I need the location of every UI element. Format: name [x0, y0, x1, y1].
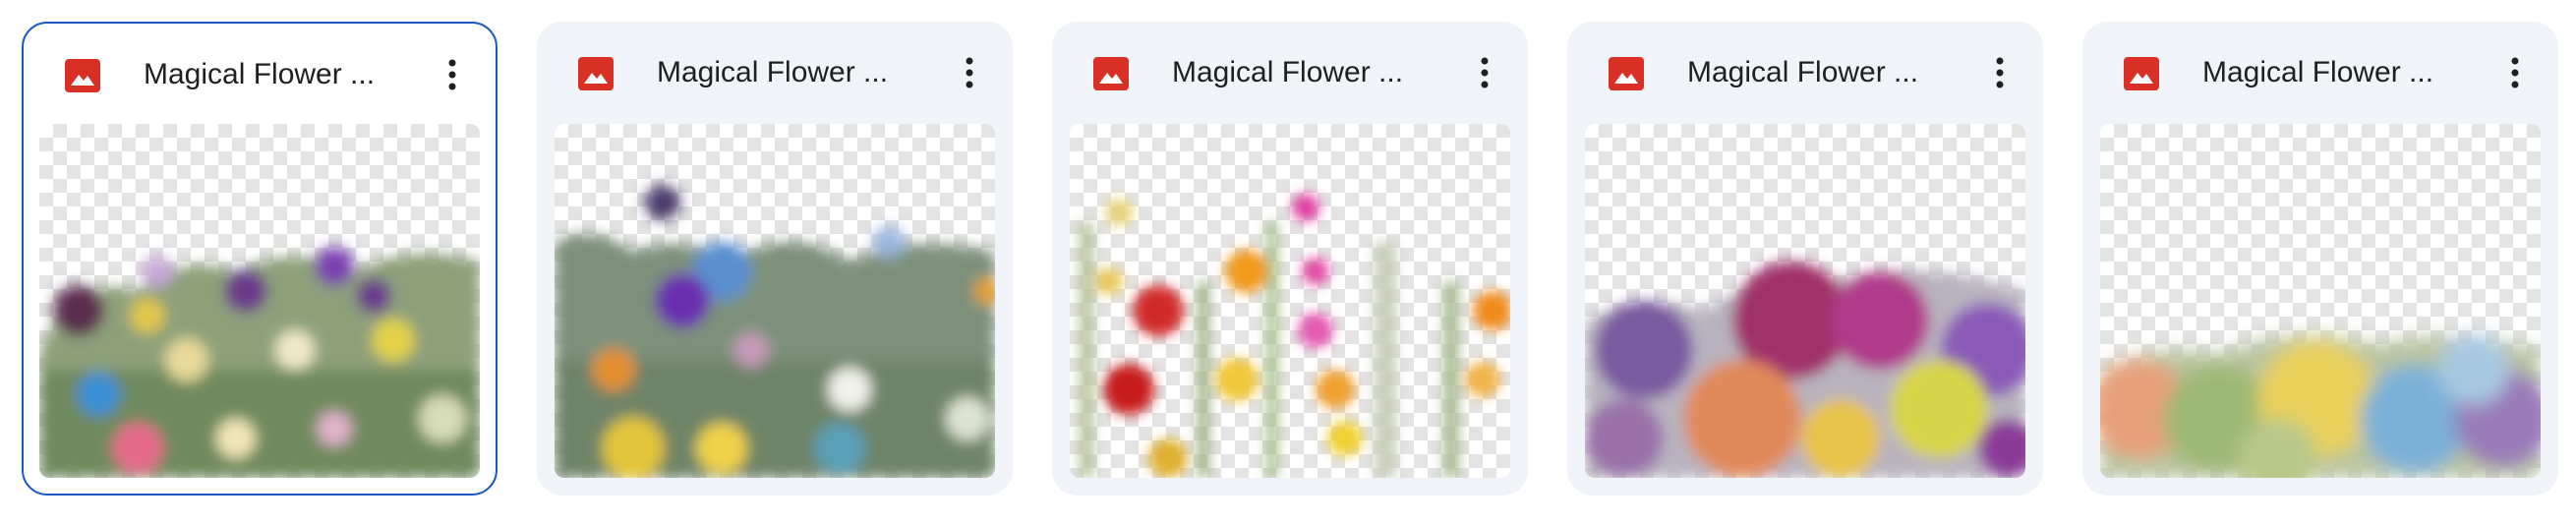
- file-thumbnail[interactable]: [1070, 124, 1510, 478]
- file-card[interactable]: Magical Flower ...: [22, 22, 498, 496]
- image-icon: [1609, 57, 1644, 90]
- file-thumbnail[interactable]: [555, 124, 995, 478]
- image-icon: [1093, 57, 1129, 90]
- file-card[interactable]: Magical Flower ...: [1052, 22, 1528, 496]
- file-card-header: Magical Flower ...: [2082, 22, 2558, 124]
- file-title: Magical Flower ...: [144, 58, 376, 90]
- more-options-icon[interactable]: [1463, 51, 1506, 94]
- file-card-header: Magical Flower ...: [1052, 22, 1528, 124]
- file-card[interactable]: Magical Flower ...: [1567, 22, 2043, 496]
- file-title: Magical Flower ...: [2202, 56, 2434, 88]
- file-thumbnail[interactable]: [39, 124, 480, 478]
- file-card-header: Magical Flower ...: [24, 24, 496, 126]
- file-title: Magical Flower ...: [1687, 56, 1919, 88]
- more-options-icon[interactable]: [1978, 51, 2021, 94]
- more-options-icon[interactable]: [2493, 51, 2537, 94]
- more-options-icon[interactable]: [431, 53, 474, 96]
- file-thumbnail[interactable]: [2100, 124, 2541, 478]
- file-title: Magical Flower ...: [657, 56, 889, 88]
- image-icon: [2124, 57, 2159, 90]
- more-options-icon[interactable]: [948, 51, 991, 94]
- file-card-header: Magical Flower ...: [537, 22, 1013, 124]
- file-thumbnail[interactable]: [1585, 124, 2025, 478]
- image-icon: [578, 57, 614, 90]
- file-card-header: Magical Flower ...: [1567, 22, 2043, 124]
- file-card[interactable]: Magical Flower ...: [537, 22, 1013, 496]
- file-title: Magical Flower ...: [1172, 56, 1404, 88]
- file-grid: Magical Flower ... Magical Flower ... Ma…: [22, 22, 2558, 496]
- image-icon: [65, 59, 100, 92]
- file-card[interactable]: Magical Flower ...: [2082, 22, 2558, 496]
